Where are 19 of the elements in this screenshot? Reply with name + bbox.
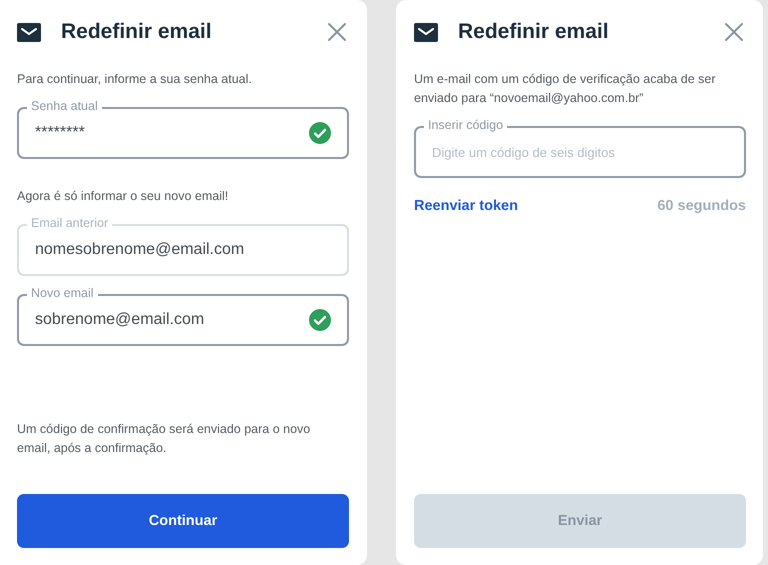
countdown-text: 60 segundos: [657, 198, 746, 214]
instruction-text: Um e-mail com um código de verificação acaba de ser enviado para “novoemail@yahoo.com.br”: [414, 71, 717, 107]
field-label: Inserir código: [424, 119, 508, 132]
close-icon: [724, 22, 744, 42]
envelope-icon: [17, 22, 41, 42]
close-icon: [327, 22, 347, 42]
field-label: Novo email: [27, 287, 98, 300]
field-label: Email anterior: [27, 217, 112, 230]
envelope-icon: [414, 22, 438, 42]
info-text: Um código de confirmação será enviado para o novo email, após a confirmação.: [17, 421, 312, 457]
submit-button[interactable]: Continuar: [17, 494, 349, 548]
field-label: Senha atual: [27, 100, 102, 113]
close-button[interactable]: [722, 20, 746, 44]
instruction-text: Para continuar, informe a sua senha atual.: [17, 71, 253, 88]
close-button[interactable]: [325, 20, 349, 44]
instruction-text: Agora é só informar o seu novo email!: [17, 188, 230, 205]
resend-link[interactable]: Reenviar token: [414, 198, 518, 214]
dialog-title: Redefinir email: [458, 20, 610, 44]
dialog-title: Redefinir email: [61, 20, 213, 44]
